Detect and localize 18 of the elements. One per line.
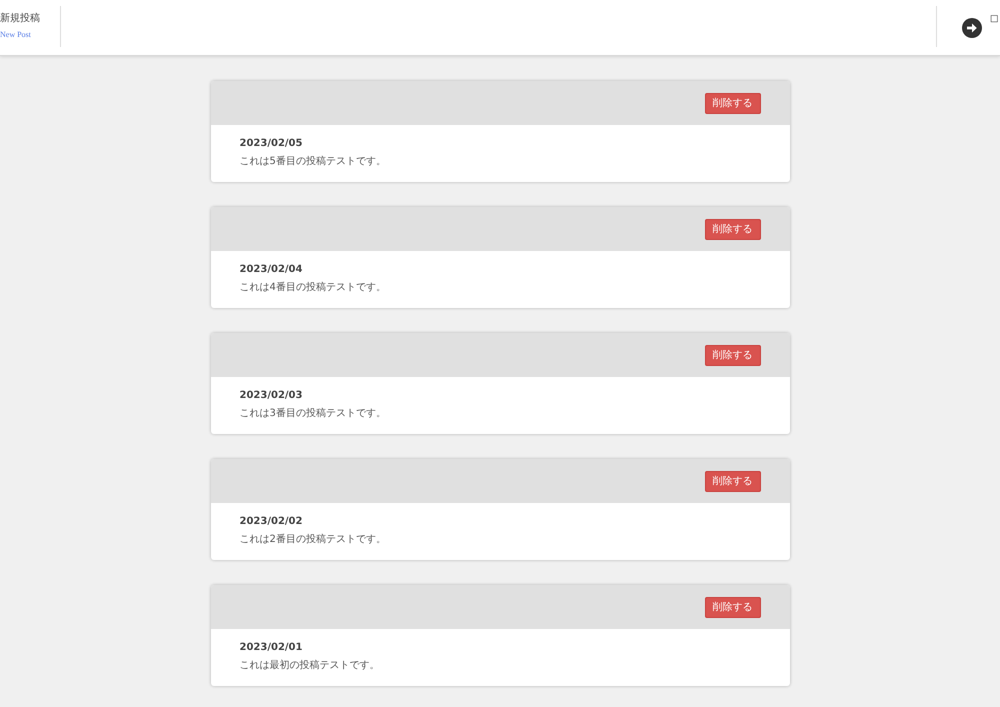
post-text: これは5番目の投稿テストです。 bbox=[240, 155, 387, 169]
delete-button[interactable]: 削除する bbox=[704, 92, 760, 114]
post-text: これは最初の投稿テストです。 bbox=[240, 659, 380, 673]
post-date: 2023/02/01 bbox=[240, 641, 304, 655]
post-text: これは2番目の投稿テストです。 bbox=[240, 533, 387, 547]
delete-button[interactable]: 削除する bbox=[704, 470, 760, 492]
delete-button[interactable]: 削除する bbox=[704, 344, 760, 366]
post-text: これは4番目の投稿テストです。 bbox=[240, 281, 387, 295]
arrow-right-circle-icon[interactable] bbox=[962, 18, 982, 38]
new-post-link[interactable]: 新規投稿 New Post bbox=[0, 6, 61, 47]
post-text: これは3番目の投稿テストです。 bbox=[240, 407, 387, 421]
delete-button[interactable]: 削除する bbox=[704, 596, 760, 618]
post-date: 2023/02/03 bbox=[240, 389, 304, 403]
corner-text: □ bbox=[990, 14, 999, 24]
post-date: 2023/02/02 bbox=[240, 515, 304, 529]
delete-button[interactable]: 削除する bbox=[704, 218, 760, 240]
post-date: 2023/02/04 bbox=[240, 263, 304, 277]
post-date: 2023/02/05 bbox=[240, 137, 304, 151]
